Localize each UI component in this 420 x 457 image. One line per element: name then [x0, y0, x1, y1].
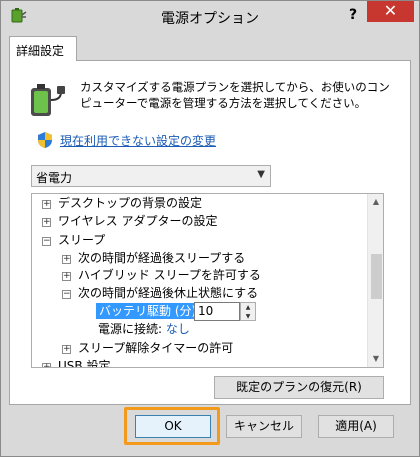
tree-item[interactable]: + デスクトップの背景の設定	[42, 194, 202, 212]
tree-item[interactable]: + USB 設定	[42, 357, 111, 368]
ac-setting-label: 電源に接続:	[98, 322, 163, 336]
tree-item[interactable]: + ハイブリッド スリープを許可する	[62, 266, 261, 284]
battery-setting-label[interactable]: バッテリ駆動 (分):	[96, 303, 204, 319]
battery-plug-icon	[31, 84, 65, 116]
plus-icon[interactable]: +	[62, 272, 71, 281]
tree-item-label: 次の時間が経過後スリープする	[78, 251, 246, 265]
plus-icon[interactable]: +	[42, 218, 51, 227]
tree-item[interactable]: + 次の時間が経過後スリープする	[62, 249, 245, 267]
plus-icon[interactable]: +	[62, 255, 71, 264]
ac-setting-row[interactable]: 電源に接続: なし	[98, 320, 190, 338]
tree-item-label: ハイブリッド スリープを許可する	[78, 268, 261, 282]
arrow-up-icon[interactable]: ▲	[241, 303, 255, 312]
tab-advanced-settings[interactable]: 詳細設定	[9, 36, 77, 61]
tree-item-label: スリープ解除タイマーの許可	[78, 341, 234, 355]
power-plan-select[interactable]: 省電力 ▼	[31, 165, 271, 187]
tree-item[interactable]: − 次の時間が経過後休止状態にする	[62, 284, 258, 302]
apply-button[interactable]: 適用(A)	[318, 415, 394, 438]
battery-minutes-stepper[interactable]: ▲ ▼	[240, 302, 256, 321]
restore-defaults-button[interactable]: 既定のプランの復元(R)	[214, 376, 384, 399]
minus-icon[interactable]: −	[62, 290, 71, 299]
plus-icon[interactable]: +	[62, 345, 71, 354]
cancel-button[interactable]: キャンセル	[226, 415, 302, 438]
change-unavailable-settings-link[interactable]: 現在利用できない設定の変更	[60, 132, 216, 149]
plus-icon[interactable]: +	[42, 363, 51, 367]
description-text: カスタマイズする電源プランを選択してから、お使いのコンピューターで電源を管理する…	[80, 80, 390, 110]
ok-button[interactable]: OK	[135, 415, 211, 438]
tree-item[interactable]: − スリープ	[42, 231, 105, 249]
scroll-up-icon[interactable]: ▲	[368, 194, 383, 210]
ac-setting-value[interactable]: なし	[166, 322, 190, 336]
tree-item-label: デスクトップの背景の設定	[58, 196, 203, 210]
battery-minutes-input[interactable]: 10	[194, 302, 240, 321]
tree-item[interactable]: + スリープ解除タイマーの許可	[62, 339, 233, 357]
tree-item[interactable]: + ワイヤレス アダプターの設定	[42, 212, 217, 230]
arrow-down-icon[interactable]: ▼	[241, 312, 255, 321]
tree-item-label: USB 設定	[58, 359, 111, 368]
power-plan-select-value: 省電力	[36, 171, 73, 185]
title-bar: 電源オプション ? ✕	[1, 1, 419, 32]
chevron-down-icon: ▼	[257, 169, 265, 180]
tree-scrollbar[interactable]: ▲ ▼	[367, 194, 383, 367]
minus-icon[interactable]: −	[42, 237, 51, 246]
tree-item-label: 次の時間が経過後休止状態にする	[78, 286, 259, 300]
settings-tree[interactable]: + デスクトップの背景の設定 + ワイヤレス アダプターの設定 − スリープ + 次の時…	[31, 193, 384, 368]
close-button[interactable]: ✕	[367, 1, 414, 22]
help-button[interactable]: ?	[343, 5, 363, 25]
scrollbar-thumb[interactable]	[371, 254, 382, 299]
scroll-down-icon[interactable]: ▼	[368, 351, 383, 367]
tree-item-label: ワイヤレス アダプターの設定	[58, 214, 218, 228]
uac-shield-icon	[38, 132, 52, 148]
plus-icon[interactable]: +	[42, 200, 51, 209]
tree-item-label: スリープ	[58, 233, 106, 247]
